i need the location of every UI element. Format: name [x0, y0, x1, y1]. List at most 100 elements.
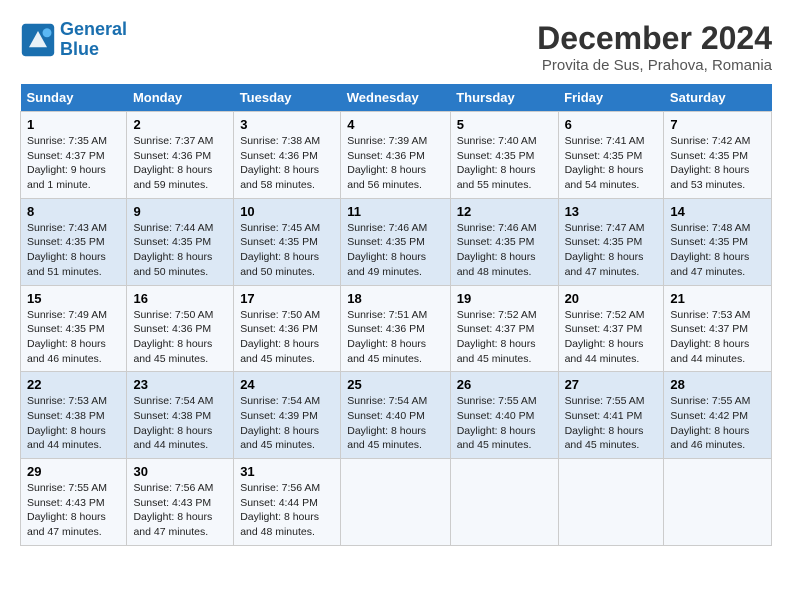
calendar-cell: 7 Sunrise: 7:42 AMSunset: 4:35 PMDaylight… — [664, 112, 772, 199]
day-number: 30 — [133, 464, 227, 479]
day-number: 19 — [457, 291, 552, 306]
day-number: 20 — [565, 291, 658, 306]
day-detail: Sunrise: 7:55 AMSunset: 4:43 PMDaylight:… — [27, 482, 107, 538]
logo-line2: Blue — [60, 39, 99, 59]
day-number: 25 — [347, 377, 443, 392]
day-number: 26 — [457, 377, 552, 392]
week-row-5: 29Sunrise: 7:55 AMSunset: 4:43 PMDayligh… — [21, 459, 772, 546]
calendar-cell: 9 Sunrise: 7:44 AMSunset: 4:35 PMDaylight… — [127, 198, 234, 285]
day-detail: Sunrise: 7:52 AMSunset: 4:37 PMDaylight:… — [565, 309, 645, 365]
day-detail: Sunrise: 7:37 AMSunset: 4:36 PMDaylight:… — [133, 135, 213, 191]
col-header-saturday: Saturday — [664, 84, 772, 112]
day-detail: Sunrise: 7:49 AMSunset: 4:35 PMDaylight:… — [27, 309, 107, 365]
day-number: 5 — [457, 117, 552, 132]
calendar-cell: 4 Sunrise: 7:39 AMSunset: 4:36 PMDaylight… — [341, 112, 450, 199]
day-detail: Sunrise: 7:40 AMSunset: 4:35 PMDaylight:… — [457, 135, 537, 191]
logo-line1: General — [60, 19, 127, 39]
day-number: 28 — [670, 377, 765, 392]
calendar-cell: 13Sunrise: 7:47 AMSunset: 4:35 PMDayligh… — [558, 198, 664, 285]
calendar-cell: 14 Sunrise: 7:48 AMSunset: 4:35 PMDayligh… — [664, 198, 772, 285]
calendar-cell: 20 Sunrise: 7:52 AMSunset: 4:37 PMDayligh… — [558, 285, 664, 372]
day-number: 27 — [565, 377, 658, 392]
day-number: 3 — [240, 117, 334, 132]
col-header-sunday: Sunday — [21, 84, 127, 112]
col-header-monday: Monday — [127, 84, 234, 112]
day-number: 9 — [133, 204, 227, 219]
page-header: General Blue December 2024 Provita de Su… — [20, 20, 772, 74]
day-number: 18 — [347, 291, 443, 306]
day-number: 31 — [240, 464, 334, 479]
col-header-friday: Friday — [558, 84, 664, 112]
day-detail: Sunrise: 7:53 AMSunset: 4:37 PMDaylight:… — [670, 309, 750, 365]
day-number: 11 — [347, 204, 443, 219]
calendar-cell: 17Sunrise: 7:50 AMSunset: 4:36 PMDayligh… — [234, 285, 341, 372]
day-detail: Sunrise: 7:43 AMSunset: 4:35 PMDaylight:… — [27, 222, 107, 278]
day-number: 21 — [670, 291, 765, 306]
calendar-cell: 16 Sunrise: 7:50 AMSunset: 4:36 PMDayligh… — [127, 285, 234, 372]
calendar-cell — [341, 459, 450, 546]
day-detail: Sunrise: 7:54 AMSunset: 4:38 PMDaylight:… — [133, 395, 213, 451]
calendar-cell: 19Sunrise: 7:52 AMSunset: 4:37 PMDayligh… — [450, 285, 558, 372]
day-number: 15 — [27, 291, 120, 306]
day-detail: Sunrise: 7:42 AMSunset: 4:35 PMDaylight:… — [670, 135, 750, 191]
calendar-cell: 21 Sunrise: 7:53 AMSunset: 4:37 PMDayligh… — [664, 285, 772, 372]
main-title: December 2024 — [537, 20, 772, 57]
day-number: 10 — [240, 204, 334, 219]
day-detail: Sunrise: 7:38 AMSunset: 4:36 PMDaylight:… — [240, 135, 320, 191]
calendar-cell: 8 Sunrise: 7:43 AMSunset: 4:35 PMDaylight… — [21, 198, 127, 285]
header-row: SundayMondayTuesdayWednesdayThursdayFrid… — [21, 84, 772, 112]
day-detail: Sunrise: 7:55 AMSunset: 4:40 PMDaylight:… — [457, 395, 537, 451]
day-detail: Sunrise: 7:55 AMSunset: 4:41 PMDaylight:… — [565, 395, 645, 451]
calendar-cell: 6Sunrise: 7:41 AMSunset: 4:35 PMDaylight… — [558, 112, 664, 199]
day-number: 22 — [27, 377, 120, 392]
col-header-tuesday: Tuesday — [234, 84, 341, 112]
day-detail: Sunrise: 7:41 AMSunset: 4:35 PMDaylight:… — [565, 135, 645, 191]
day-detail: Sunrise: 7:46 AMSunset: 4:35 PMDaylight:… — [347, 222, 427, 278]
day-detail: Sunrise: 7:56 AMSunset: 4:44 PMDaylight:… — [240, 482, 320, 538]
calendar-cell: 26 Sunrise: 7:55 AMSunset: 4:40 PMDayligh… — [450, 372, 558, 459]
day-detail: Sunrise: 7:35 AMSunset: 4:37 PMDaylight:… — [27, 135, 107, 191]
day-detail: Sunrise: 7:46 AMSunset: 4:35 PMDaylight:… — [457, 222, 537, 278]
day-number: 24 — [240, 377, 334, 392]
calendar-cell — [558, 459, 664, 546]
day-number: 13 — [565, 204, 658, 219]
day-detail: Sunrise: 7:48 AMSunset: 4:35 PMDaylight:… — [670, 222, 750, 278]
calendar-cell: 30Sunrise: 7:56 AMSunset: 4:43 PMDayligh… — [127, 459, 234, 546]
day-number: 8 — [27, 204, 120, 219]
week-row-4: 22Sunrise: 7:53 AMSunset: 4:38 PMDayligh… — [21, 372, 772, 459]
calendar-cell: 11 Sunrise: 7:46 AMSunset: 4:35 PMDayligh… — [341, 198, 450, 285]
day-number: 4 — [347, 117, 443, 132]
calendar-cell: 24 Sunrise: 7:54 AMSunset: 4:39 PMDayligh… — [234, 372, 341, 459]
logo-icon — [20, 22, 56, 58]
calendar-cell: 15 Sunrise: 7:49 AMSunset: 4:35 PMDayligh… — [21, 285, 127, 372]
day-detail: Sunrise: 7:44 AMSunset: 4:35 PMDaylight:… — [133, 222, 213, 278]
day-detail: Sunrise: 7:54 AMSunset: 4:39 PMDaylight:… — [240, 395, 320, 451]
calendar-cell: 29Sunrise: 7:55 AMSunset: 4:43 PMDayligh… — [21, 459, 127, 546]
day-number: 7 — [670, 117, 765, 132]
day-detail: Sunrise: 7:45 AMSunset: 4:35 PMDaylight:… — [240, 222, 320, 278]
day-number: 14 — [670, 204, 765, 219]
day-detail: Sunrise: 7:50 AMSunset: 4:36 PMDaylight:… — [133, 309, 213, 365]
day-detail: Sunrise: 7:55 AMSunset: 4:42 PMDaylight:… — [670, 395, 750, 451]
week-row-3: 15 Sunrise: 7:49 AMSunset: 4:35 PMDayligh… — [21, 285, 772, 372]
col-header-thursday: Thursday — [450, 84, 558, 112]
day-number: 23 — [133, 377, 227, 392]
logo-text: General Blue — [60, 20, 127, 60]
day-number: 16 — [133, 291, 227, 306]
week-row-2: 8 Sunrise: 7:43 AMSunset: 4:35 PMDaylight… — [21, 198, 772, 285]
calendar-cell: 10 Sunrise: 7:45 AMSunset: 4:35 PMDayligh… — [234, 198, 341, 285]
calendar-cell: 18Sunrise: 7:51 AMSunset: 4:36 PMDayligh… — [341, 285, 450, 372]
calendar-cell — [450, 459, 558, 546]
calendar-cell: 25Sunrise: 7:54 AMSunset: 4:40 PMDayligh… — [341, 372, 450, 459]
calendar-cell: 31 Sunrise: 7:56 AMSunset: 4:44 PMDayligh… — [234, 459, 341, 546]
day-number: 12 — [457, 204, 552, 219]
day-detail: Sunrise: 7:50 AMSunset: 4:36 PMDaylight:… — [240, 309, 320, 365]
calendar-cell: 1 Sunrise: 7:35 AMSunset: 4:37 PMDaylight… — [21, 112, 127, 199]
col-header-wednesday: Wednesday — [341, 84, 450, 112]
calendar-cell: 28 Sunrise: 7:55 AMSunset: 4:42 PMDayligh… — [664, 372, 772, 459]
day-number: 1 — [27, 117, 120, 132]
calendar-cell: 23 Sunrise: 7:54 AMSunset: 4:38 PMDayligh… — [127, 372, 234, 459]
calendar-cell: 3 Sunrise: 7:38 AMSunset: 4:36 PMDaylight… — [234, 112, 341, 199]
week-row-1: 1 Sunrise: 7:35 AMSunset: 4:37 PMDaylight… — [21, 112, 772, 199]
day-detail: Sunrise: 7:39 AMSunset: 4:36 PMDaylight:… — [347, 135, 427, 191]
